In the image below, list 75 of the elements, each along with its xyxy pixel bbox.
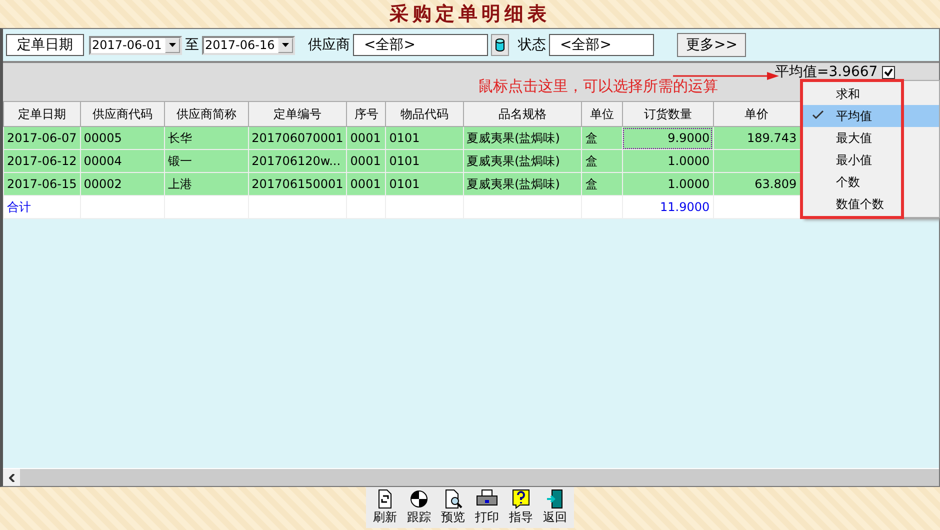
status-field[interactable]: <全部> (549, 34, 654, 56)
checkbox[interactable] (882, 66, 895, 79)
table-cell: 201706070001 (248, 126, 347, 150)
supplier-field[interactable]: <全部> (353, 34, 488, 56)
column-header[interactable]: 序号 (346, 102, 386, 126)
table-cell: 夏威夷果(盐焗味) (463, 126, 582, 150)
supplier-label: 供应商 (308, 36, 350, 54)
menu-item[interactable]: 平均值 (803, 105, 939, 127)
toolbar-button[interactable]: 跟踪 (404, 489, 434, 526)
aggregate-value[interactable]: 平均值=3.9667 (775, 65, 878, 80)
toolbar-button[interactable]: 刷新 (370, 489, 400, 526)
column-header[interactable]: 物品代码 (386, 102, 464, 126)
table-cell: 锻一 (164, 150, 248, 172)
help-icon (512, 489, 530, 509)
scroll-left-icon[interactable] (8, 474, 14, 482)
table-cell: 0101 (386, 172, 464, 196)
status-label: 状态 (518, 36, 546, 54)
column-header[interactable]: 供应商代码 (80, 102, 165, 126)
table-cell: 0001 (346, 126, 386, 150)
column-header[interactable]: 订货数量 (622, 102, 714, 126)
table-cell: 00005 (80, 126, 165, 150)
table-cell: 盒 (582, 150, 622, 172)
column-header[interactable]: 单位 (582, 102, 622, 126)
table-cell: 盒 (582, 126, 622, 150)
table-cell: 189.743 (713, 126, 800, 150)
date-to-field[interactable]: 2017-06-16 (202, 36, 295, 54)
table-cell: 2017-06-12 (4, 150, 80, 172)
column-header[interactable]: 供应商简称 (164, 102, 248, 126)
toolbar-button[interactable]: 打印 (472, 489, 502, 526)
table-cell: 201706120w... (248, 150, 347, 172)
column-header[interactable]: 单价 (713, 102, 800, 126)
table-cell: 上港 (164, 172, 248, 196)
database-button[interactable] (491, 34, 509, 56)
refresh-icon (376, 489, 394, 509)
column-header[interactable]: 定单编号 (248, 102, 347, 126)
table-cell: 夏威夷果(盐焗味) (463, 150, 582, 172)
table-cell: 0101 (386, 126, 464, 150)
door-exit-icon (546, 489, 564, 509)
table-cell: 00004 (80, 150, 165, 172)
table-cell: 夏威夷果(盐焗味) (463, 172, 582, 196)
total-label: 合计 (4, 196, 80, 218)
menu-item[interactable]: 数值个数 (803, 193, 939, 215)
database-icon (495, 38, 505, 52)
table-cell: 63.809 (713, 172, 800, 196)
date-separator: 至 (185, 36, 199, 54)
table-cell: 盒 (582, 172, 622, 196)
report-title: 采购定单明细表 (390, 2, 550, 27)
column-header[interactable]: 定单日期 (4, 102, 80, 126)
table-cell: 2017-06-07 (4, 126, 80, 150)
toolbar-button[interactable]: 返回 (540, 489, 570, 526)
table-cell: 0001 (346, 150, 386, 172)
toolbar-button[interactable]: 指导 (506, 489, 536, 526)
toolbar-button[interactable]: 预览 (438, 489, 468, 526)
more-button[interactable]: 更多>> (677, 33, 746, 57)
menu-item[interactable]: 求和 (803, 83, 939, 105)
date-from-field[interactable]: 2017-06-01 (89, 36, 182, 54)
table-cell: 0101 (386, 150, 464, 172)
table-cell: 201706150001 (248, 172, 347, 196)
annotation-text: 鼠标点击这里，可以选择所需的运算 (478, 77, 718, 97)
date-label: 定单日期 (6, 34, 84, 56)
preview-icon (443, 489, 463, 509)
table-cell: 0001 (346, 172, 386, 196)
pie-chart-icon (409, 489, 429, 509)
column-header[interactable]: 品名规格 (463, 102, 582, 126)
total-quantity: 11.9000 (622, 196, 714, 218)
table-cell: 长华 (164, 126, 248, 150)
check-icon (812, 110, 824, 120)
dropdown-icon[interactable] (282, 43, 289, 47)
table-cell: 1.0000 (622, 150, 714, 172)
table-cell: 00002 (80, 172, 165, 196)
table-cell: 1.0000 (622, 172, 714, 196)
dropdown-icon[interactable] (169, 43, 176, 47)
table-cell: 2017-06-15 (4, 172, 80, 196)
table-cell: 9.9000 (622, 126, 714, 150)
horizontal-scrollbar[interactable] (3, 468, 939, 486)
